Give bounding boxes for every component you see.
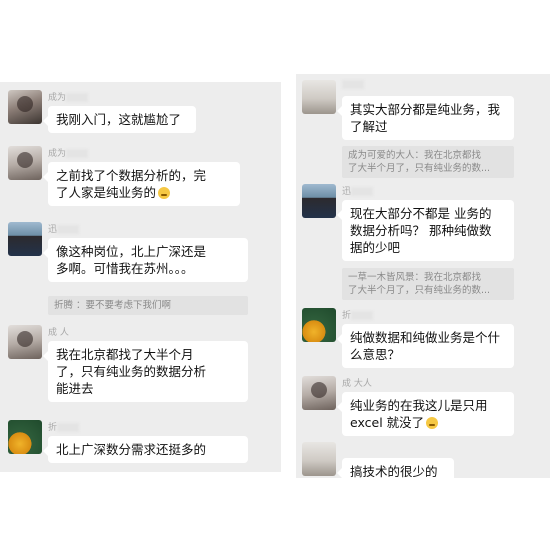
message-item: 其实大部分都是纯业务，我 了解过 成为可爱的大人：我在北京都找 了大半个月了，只… — [302, 80, 546, 184]
quoted-reply[interactable]: 一草一木皆风景：我在北京都找 了大半个月了，只有纯业务的数... — [342, 268, 514, 300]
message-text-line: 现在大部分不都是 业务的 — [350, 206, 492, 221]
grimace-emoji-icon — [426, 417, 439, 429]
grimace-emoji-icon — [158, 187, 171, 199]
message-bubble[interactable]: 像这种岗位，北上广深还是 多啊。可惜我在苏州。。。 — [43, 238, 248, 282]
sender-name: 迅 — [48, 222, 80, 235]
sender-name: 折 — [48, 420, 80, 433]
message-bubble[interactable]: 搞技术的很少的 — [337, 458, 454, 478]
message-text-line: 其实大部分都是纯业务，我 — [350, 102, 501, 117]
message-item: 成为 之前找了个数据分析的，完 了人家是纯业务的 — [8, 146, 273, 216]
sender-name: 成为 — [48, 146, 89, 159]
message-item: 折 北上广深数分需求还挺多的 — [8, 420, 273, 468]
message-bubble[interactable]: 我刚入门，这就尴尬了 — [43, 106, 196, 133]
quote-text-line: 了大半个月了，只有纯业务的数... — [348, 285, 491, 296]
sender-name: 成 人 — [48, 328, 69, 338]
avatar[interactable] — [302, 442, 336, 476]
message-bubble[interactable]: 现在大部分不都是 业务的 数据分析吗？ 那种纯做数 据的少吧 — [337, 200, 514, 261]
sender-name: 迅 — [342, 184, 374, 197]
sender-name: 成为 — [48, 90, 89, 103]
avatar[interactable] — [8, 325, 42, 359]
message-item: 迅 像这种岗位，北上广深还是 多啊。可惜我在苏州。。。 折腾 ：要不要考虑下我们… — [8, 222, 273, 322]
quote-text-line: 一草一木皆风景：我在北京都找 — [348, 272, 482, 283]
message-text: 北上广深数分需求还挺多的 — [56, 442, 207, 457]
message-text-line: 么意思？ — [350, 347, 401, 362]
avatar[interactable] — [302, 308, 336, 342]
message-bubble[interactable]: 纯做数据和纯做业务是个什 么意思？ — [337, 324, 514, 368]
message-bubble[interactable]: 我在北京都找了大半个月 了，只有纯业务的数据分析 能进去 — [43, 341, 248, 402]
message-text: 我刚入门，这就尴尬了 — [56, 112, 182, 127]
message-item: 迅 现在大部分不都是 业务的 数据分析吗？ 那种纯做数 据的少吧 一草一木皆风景… — [302, 184, 546, 304]
quote-text: 折腾 ：要不要考虑下我们啊 — [54, 300, 172, 311]
message-item: 成为 我刚入门，这就尴尬了 — [8, 90, 273, 133]
avatar[interactable] — [8, 90, 42, 124]
message-item: 成 大人 纯业务的在我这儿是只用 excel 就没了 — [302, 376, 546, 440]
avatar[interactable] — [8, 222, 42, 256]
message-text-line: 数据分析吗？ 那种纯做数 — [350, 223, 492, 238]
message-text-line: 我在北京都找了大半个月 — [56, 347, 194, 362]
message-text-line: 了解过 — [350, 119, 388, 134]
avatar[interactable] — [302, 80, 336, 114]
message-text-line: 能进去 — [56, 381, 94, 396]
sender-name: 成 大人 — [342, 379, 372, 389]
message-text-line: 像这种岗位，北上广深还是 — [56, 244, 207, 259]
message-text-line: excel 就没了 — [350, 414, 506, 431]
message-bubble[interactable]: 纯业务的在我这儿是只用 excel 就没了 — [337, 392, 514, 436]
message-text-line: 了，只有纯业务的数据分析 — [56, 364, 207, 379]
message-bubble[interactable]: 北上广深数分需求还挺多的 — [43, 436, 248, 463]
message-bubble[interactable]: 之前找了个数据分析的，完 了人家是纯业务的 — [43, 162, 240, 206]
message-text-line: 了人家是纯业务的 — [56, 184, 232, 201]
chat-panel-right: 其实大部分都是纯业务，我 了解过 成为可爱的大人：我在北京都找 了大半个月了，只… — [296, 74, 550, 478]
quote-text-line: 成为可爱的大人：我在北京都找 — [348, 150, 482, 161]
chat-panel-left: 成为 我刚入门，这就尴尬了 成为 之前找了个数据分析的，完 了人家是纯业务的 迅… — [0, 82, 281, 472]
message-item: 成 人 我在北京都找了大半个月 了，只有纯业务的数据分析 能进去 — [8, 325, 273, 405]
message-text-line: 多啊。可惜我在苏州。。。 — [56, 261, 194, 276]
message-item: 搞技术的很少的 — [302, 442, 546, 478]
message-bubble[interactable]: 其实大部分都是纯业务，我 了解过 — [337, 96, 514, 140]
quoted-reply[interactable]: 成为可爱的大人：我在北京都找 了大半个月了，只有纯业务的数... — [342, 146, 514, 178]
message-item: 折 纯做数据和纯做业务是个什 么意思？ — [302, 308, 546, 372]
message-text-line: 之前找了个数据分析的，完 — [56, 168, 207, 183]
message-text-line: 据的少吧 — [350, 240, 401, 255]
message-text-line: 纯业务的在我这儿是只用 — [350, 398, 488, 413]
avatar[interactable] — [8, 420, 42, 454]
quote-text-line: 了大半个月了，只有纯业务的数... — [348, 163, 491, 174]
sender-name: 折 — [342, 308, 374, 321]
avatar[interactable] — [302, 184, 336, 218]
quoted-reply[interactable]: 折腾 ：要不要考虑下我们啊 — [48, 296, 248, 315]
message-text: 搞技术的很少的 — [350, 464, 438, 478]
message-text-line: 纯做数据和纯做业务是个什 — [350, 330, 501, 345]
avatar[interactable] — [8, 146, 42, 180]
avatar[interactable] — [302, 376, 336, 410]
sender-name — [342, 80, 364, 90]
